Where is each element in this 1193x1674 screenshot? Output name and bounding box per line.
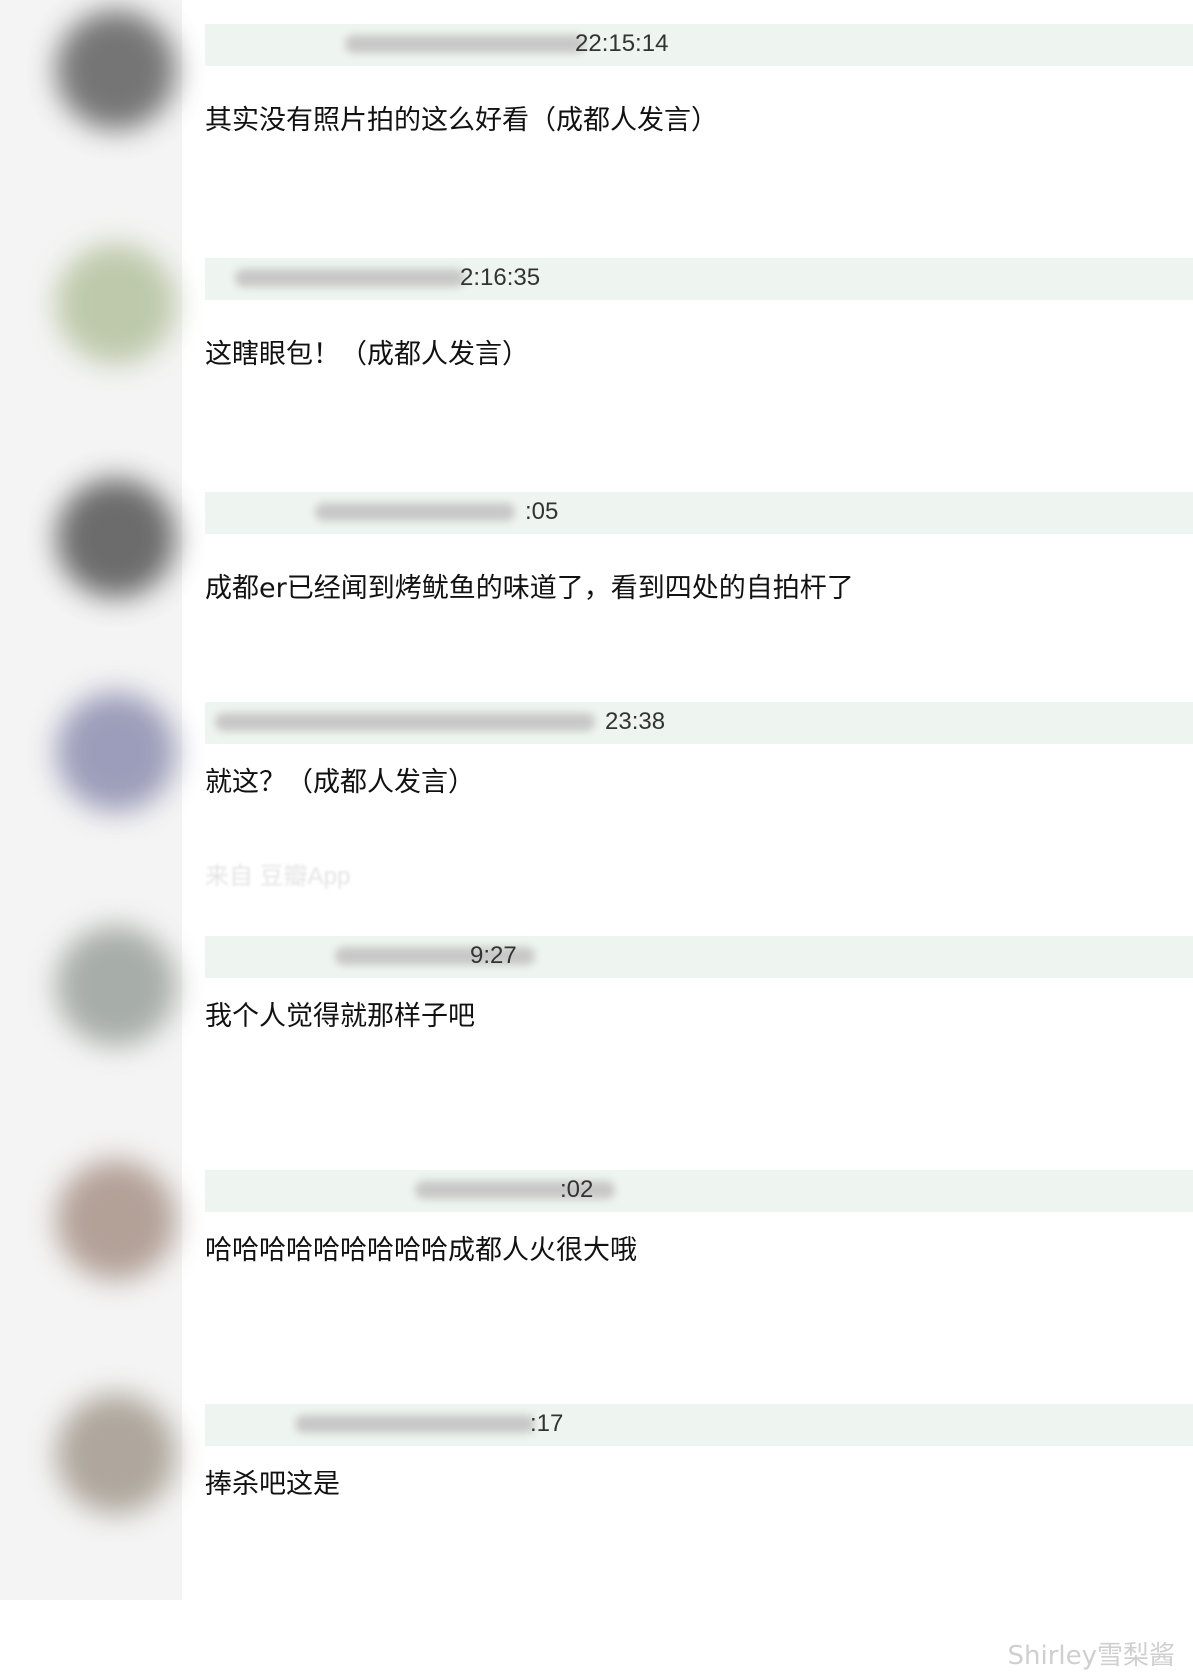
redacted-username — [315, 503, 515, 521]
comment-timestamp: 9:27 — [470, 942, 517, 969]
comment-text: 我个人觉得就那样子吧 — [205, 1001, 475, 1032]
comment-timestamp: :17 — [530, 1410, 564, 1437]
comment-source: 来自 豆瓣App — [205, 863, 351, 890]
watermark: Shirley雪梨酱 — [1007, 1641, 1175, 1671]
comment-meta: 2:16:35 — [205, 258, 1193, 300]
comment-timestamp: :02 — [560, 1176, 594, 1203]
redacted-username — [215, 713, 595, 731]
comment-item: 22:15:14 其实没有照片拍的这么好看（成都人发言） — [0, 0, 1193, 250]
avatar[interactable] — [56, 926, 176, 1046]
comment-text: 哈哈哈哈哈哈哈哈哈成都人火很大哦 — [205, 1235, 637, 1266]
redacted-username — [345, 35, 585, 53]
comment-item: :17 捧杀吧这是 — [0, 1394, 1193, 1654]
comment-meta: :02 — [205, 1170, 1193, 1212]
comment-meta: :17 — [205, 1404, 1193, 1446]
avatar[interactable] — [56, 1160, 176, 1280]
comment-thread: 22:15:14 其实没有照片拍的这么好看（成都人发言） 2:16:35 这瞎眼… — [0, 0, 1193, 1600]
avatar[interactable] — [56, 478, 176, 598]
comment-item: 23:38 就这？（成都人发言） — [0, 692, 1193, 952]
comment-item: :05 成都er已经闻到烤鱿鱼的味道了，看到四处的自拍杆了 — [0, 468, 1193, 718]
comment-text: 成都er已经闻到烤鱿鱼的味道了，看到四处的自拍杆了 — [205, 573, 854, 604]
comment-timestamp: 2:16:35 — [460, 264, 541, 291]
comment-meta: 23:38 — [205, 702, 1193, 744]
comment-text: 这瞎眼包！（成都人发言） — [205, 339, 529, 370]
comment-meta: :05 — [205, 492, 1193, 534]
comment-meta: 22:15:14 — [205, 24, 1193, 66]
avatar[interactable] — [56, 692, 176, 812]
comment-text: 其实没有照片拍的这么好看（成都人发言） — [205, 105, 718, 136]
comment-timestamp: :05 — [525, 498, 559, 525]
comment-timestamp: 23:38 — [605, 708, 666, 735]
comment-meta: 9:27 — [205, 936, 1193, 978]
avatar[interactable] — [56, 1394, 176, 1514]
comment-item: 2:16:35 这瞎眼包！（成都人发言） — [0, 234, 1193, 484]
comment-text: 捧杀吧这是 — [205, 1469, 340, 1500]
avatar[interactable] — [56, 10, 176, 130]
redacted-username — [235, 269, 465, 287]
comment-item: :02 哈哈哈哈哈哈哈哈哈成都人火很大哦 — [0, 1160, 1193, 1420]
redacted-username — [295, 1415, 535, 1433]
avatar[interactable] — [56, 244, 176, 364]
comment-item: 来自 豆瓣App 9:27 我个人觉得就那样子吧 — [0, 863, 1193, 1186]
comment-timestamp: 22:15:14 — [575, 30, 669, 57]
comment-text: 就这？（成都人发言） — [205, 767, 475, 798]
